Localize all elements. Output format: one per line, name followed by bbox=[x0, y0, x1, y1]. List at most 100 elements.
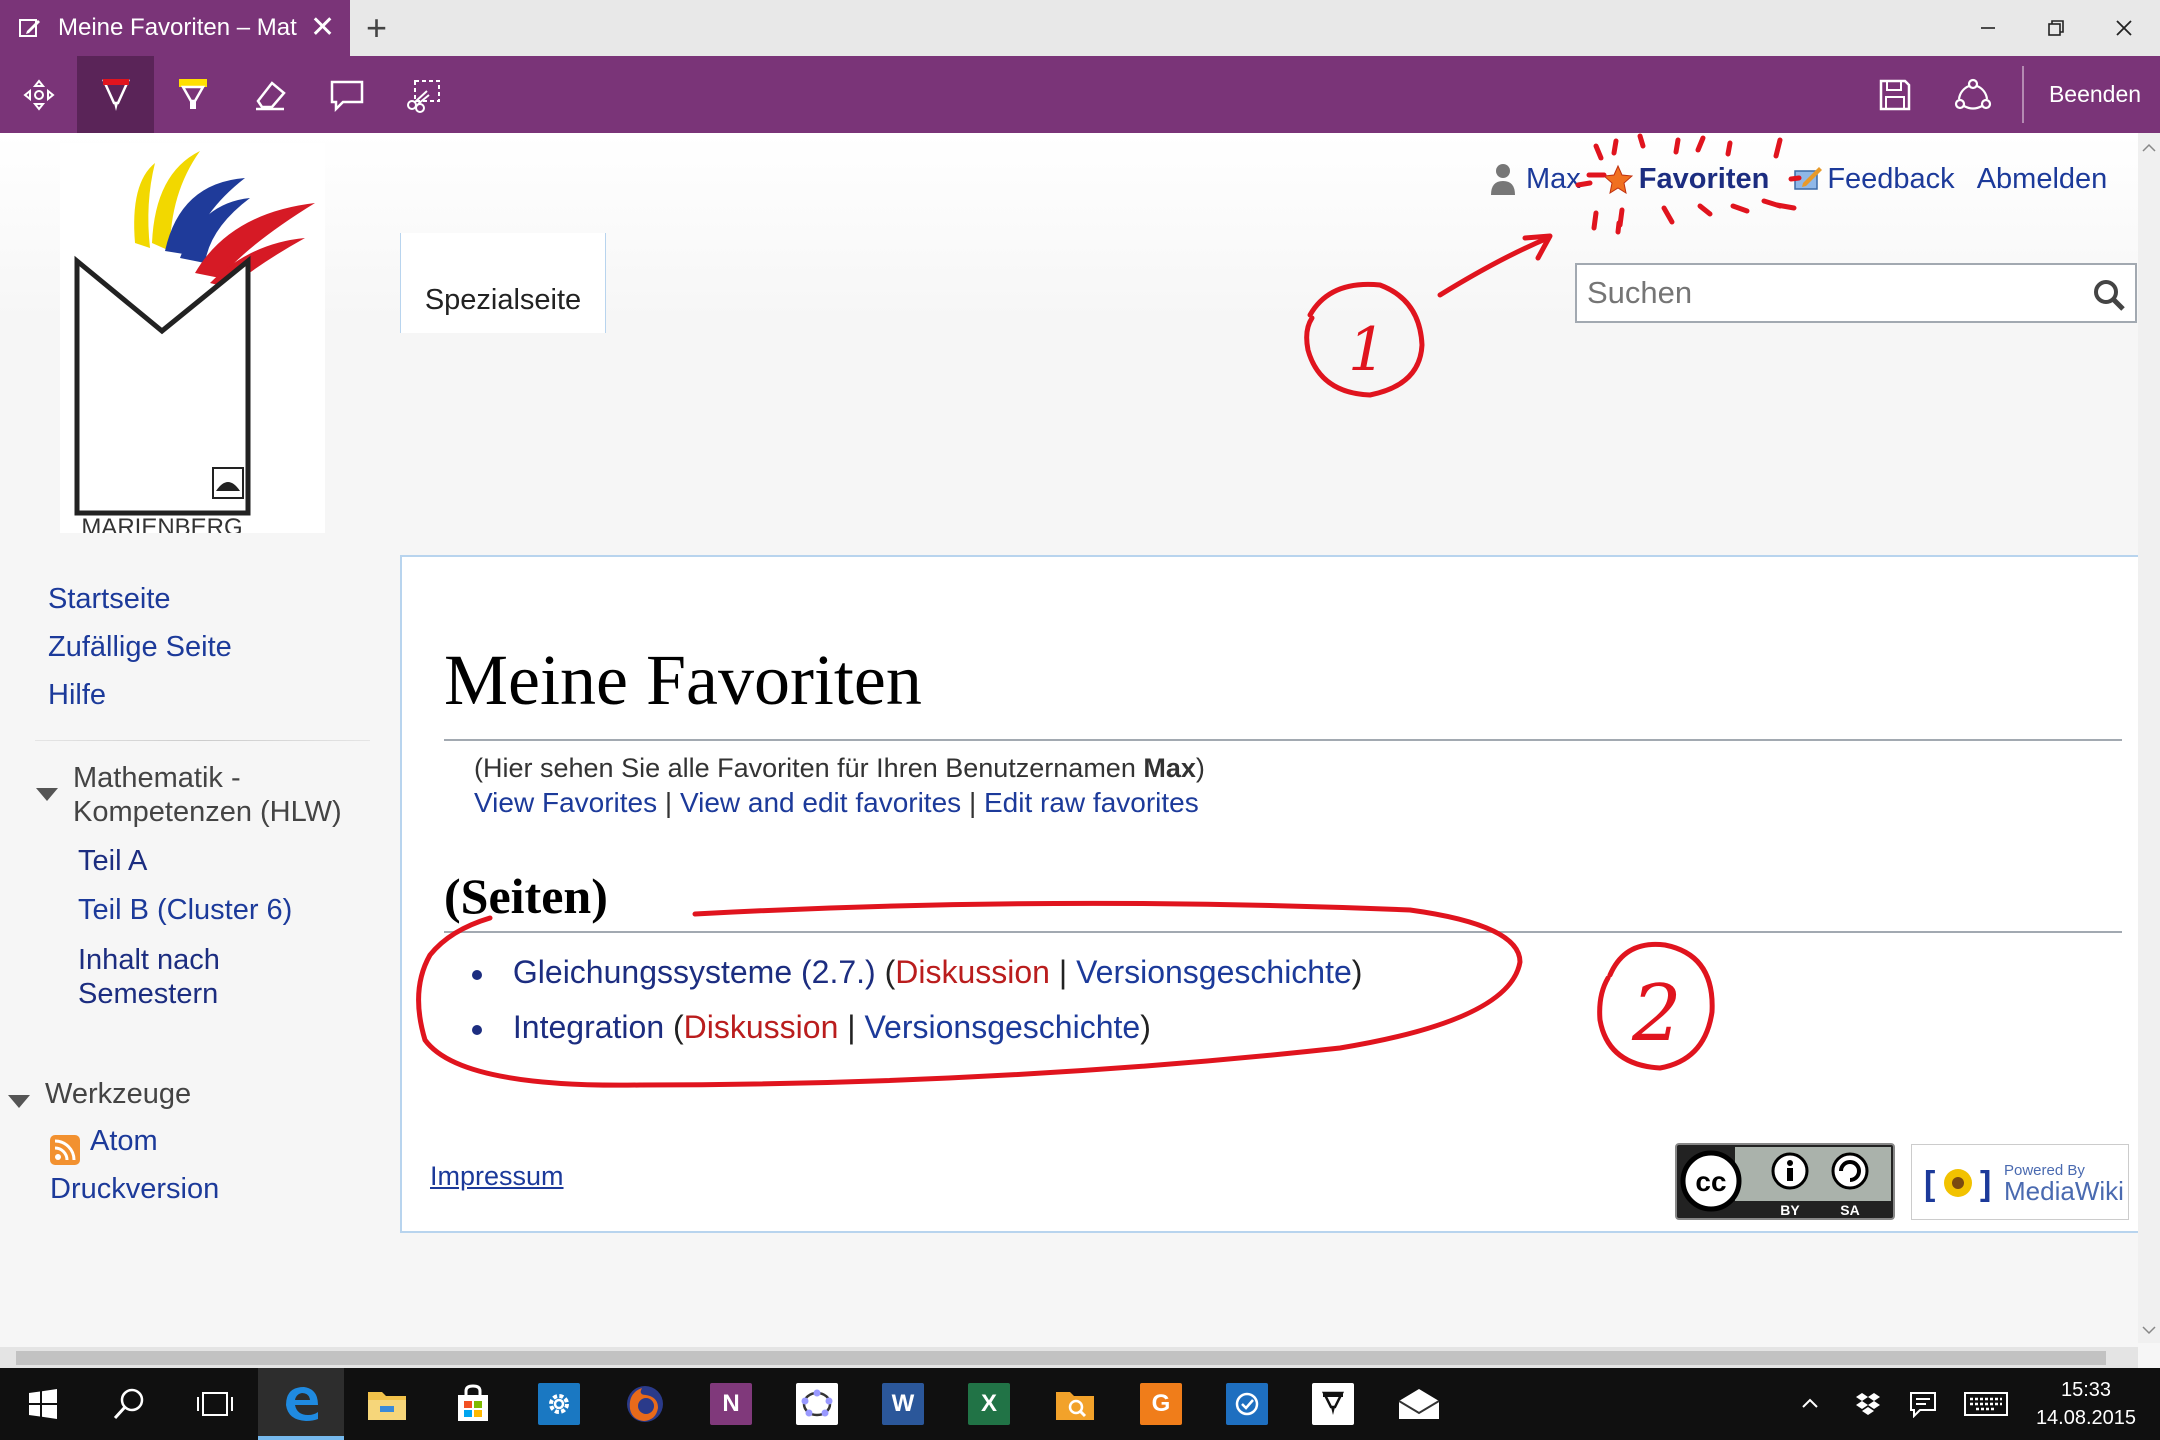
user-link[interactable]: Max bbox=[1526, 163, 1581, 196]
sidebar-heading-math[interactable]: Mathematik - Kompetenzen (HLW) bbox=[73, 761, 373, 829]
page-title: Meine Favoriten bbox=[444, 640, 922, 720]
collapse-arrow-icon[interactable] bbox=[8, 1095, 30, 1108]
sidebar-item-semesters[interactable]: Inhalt nach Semestern bbox=[78, 943, 278, 1011]
view-edit-favorites-link[interactable]: View and edit favorites bbox=[680, 787, 961, 818]
search-box bbox=[1575, 263, 2137, 323]
bullet-icon bbox=[472, 969, 482, 980]
pan-icon[interactable] bbox=[0, 56, 77, 133]
taskbar-app-blue[interactable] bbox=[1204, 1368, 1290, 1440]
edge-icon bbox=[286, 1387, 318, 1421]
taskbar-geogebra[interactable] bbox=[774, 1368, 860, 1440]
dropbox-icon[interactable] bbox=[1854, 1390, 1882, 1418]
impressum-link[interactable]: Impressum bbox=[430, 1161, 564, 1192]
site-logo[interactable]: MARIENBERG bbox=[60, 143, 325, 541]
tray-chevron-icon[interactable] bbox=[1798, 1392, 1822, 1416]
clock[interactable]: 15:33 14.08.2015 bbox=[2030, 1376, 2142, 1432]
browser-tab[interactable]: Meine Favoriten – Matur ✕ bbox=[0, 0, 350, 56]
close-window-icon[interactable] bbox=[2104, 10, 2144, 46]
close-tab-icon[interactable]: ✕ bbox=[310, 13, 335, 43]
taskbar-store[interactable] bbox=[430, 1368, 516, 1440]
separator: | bbox=[664, 787, 673, 818]
sidebar-item-startseite[interactable]: Startseite bbox=[48, 583, 171, 616]
sidebar-heading-tools[interactable]: Werkzeuge bbox=[45, 1077, 191, 1111]
restore-icon[interactable] bbox=[2036, 10, 2076, 46]
web-note-toolbar: Beenden bbox=[0, 56, 2160, 133]
pen-app-icon bbox=[1312, 1383, 1354, 1425]
view-favorites-link[interactable]: View Favorites bbox=[474, 787, 657, 818]
favorite-page-link[interactable]: Gleichungssysteme (2.7.) bbox=[513, 954, 876, 990]
highlighter-icon[interactable] bbox=[154, 56, 231, 133]
scroll-down-icon[interactable] bbox=[2138, 1319, 2160, 1341]
keyboard-icon[interactable] bbox=[1964, 1392, 2008, 1416]
taskbar-pdf-app[interactable]: G bbox=[1118, 1368, 1204, 1440]
save-icon[interactable] bbox=[1856, 56, 1933, 133]
user-links: Max Favoriten Feedback Abmelden bbox=[1490, 159, 2107, 199]
cc-license-badge[interactable]: cc BY SA bbox=[1675, 1143, 1895, 1220]
tab-special-page[interactable]: Spezialseite bbox=[400, 233, 606, 333]
word-icon: W bbox=[882, 1383, 924, 1425]
taskbar-onenote[interactable]: N bbox=[688, 1368, 774, 1440]
favorite-page-link[interactable]: Integration bbox=[513, 1009, 664, 1045]
taskbar-word[interactable]: W bbox=[860, 1368, 946, 1440]
store-icon bbox=[458, 1384, 488, 1421]
scrollbar-thumb[interactable] bbox=[16, 1351, 2106, 1365]
firefox-icon bbox=[627, 1386, 663, 1422]
comment-icon[interactable] bbox=[308, 56, 385, 133]
sidebar-item-random-page[interactable]: Zufällige Seite bbox=[48, 631, 232, 664]
paren: ) bbox=[1351, 954, 1363, 990]
scroll-up-icon[interactable] bbox=[2138, 137, 2160, 159]
intro-text: (Hier sehen Sie alle Favoriten für Ihren… bbox=[474, 753, 1205, 784]
mail-icon bbox=[1398, 1389, 1440, 1419]
intro-label: (Hier sehen Sie alle Favoriten für Ihren… bbox=[474, 753, 1144, 783]
pen-icon[interactable] bbox=[77, 56, 154, 133]
vertical-scrollbar[interactable] bbox=[2138, 133, 2160, 1343]
taskbar-explorer[interactable] bbox=[344, 1368, 430, 1440]
taskbar-app-pen[interactable] bbox=[1290, 1368, 1376, 1440]
clip-icon[interactable] bbox=[385, 56, 462, 133]
onenote-icon: N bbox=[710, 1383, 752, 1425]
taskbar-excel[interactable]: X bbox=[946, 1368, 1032, 1440]
talk-link[interactable]: Diskussion bbox=[684, 1009, 839, 1045]
user-icon bbox=[1491, 164, 1515, 195]
feedback-link[interactable]: Feedback bbox=[1827, 163, 1954, 196]
edit-raw-favorites-link[interactable]: Edit raw favorites bbox=[984, 787, 1199, 818]
search-input[interactable] bbox=[1587, 275, 2057, 311]
taskbar-edge[interactable] bbox=[258, 1368, 344, 1440]
sidebar-item-help[interactable]: Hilfe bbox=[48, 679, 106, 712]
favorites-link[interactable]: Favoriten bbox=[1639, 163, 1770, 196]
browser-tab-bar: Meine Favoriten – Matur ✕ + bbox=[0, 0, 2160, 56]
excel-icon: X bbox=[968, 1383, 1010, 1425]
task-view-button[interactable] bbox=[172, 1368, 258, 1440]
title-divider bbox=[444, 739, 2122, 741]
check-icon bbox=[1226, 1383, 1268, 1425]
share-icon[interactable] bbox=[1934, 56, 2011, 133]
sidebar-divider bbox=[35, 740, 370, 741]
taskbar-settings[interactable] bbox=[516, 1368, 602, 1440]
content-area: Meine Favoriten (Hier sehen Sie alle Fav… bbox=[400, 555, 2138, 1233]
talk-link[interactable]: Diskussion bbox=[895, 954, 1050, 990]
taskbar-firefox[interactable] bbox=[602, 1368, 688, 1440]
search-icon[interactable] bbox=[2091, 277, 2127, 313]
intro-username: Max bbox=[1143, 753, 1196, 783]
sidebar-item-teil-b[interactable]: Teil B (Cluster 6) bbox=[78, 894, 292, 927]
eraser-icon[interactable] bbox=[231, 56, 308, 133]
taskbar-mail[interactable] bbox=[1376, 1368, 1462, 1440]
minimize-icon[interactable] bbox=[1968, 10, 2008, 46]
history-link[interactable]: Versionsgeschichte bbox=[864, 1009, 1140, 1045]
collapse-arrow-icon[interactable] bbox=[36, 788, 58, 801]
search-taskbar-button[interactable] bbox=[86, 1368, 172, 1440]
history-link[interactable]: Versionsgeschichte bbox=[1076, 954, 1352, 990]
horizontal-scrollbar[interactable] bbox=[0, 1347, 2138, 1369]
sidebar-item-print[interactable]: Druckversion bbox=[50, 1173, 219, 1206]
start-button[interactable] bbox=[0, 1368, 86, 1440]
new-tab-button[interactable]: + bbox=[366, 10, 387, 46]
sidebar-item-atom[interactable]: Atom bbox=[90, 1125, 158, 1158]
cc-sa-label: SA bbox=[1840, 1202, 1859, 1218]
mediawiki-badge[interactable]: [ ] Powered By MediaWiki bbox=[1911, 1144, 2129, 1220]
folder-icon bbox=[368, 1392, 406, 1420]
exit-button[interactable]: Beenden bbox=[2030, 56, 2160, 133]
action-center-icon[interactable] bbox=[1908, 1390, 1938, 1418]
logout-link[interactable]: Abmelden bbox=[1977, 163, 2108, 196]
taskbar-file-search[interactable] bbox=[1032, 1368, 1118, 1440]
sidebar-item-teil-a[interactable]: Teil A bbox=[78, 845, 147, 878]
